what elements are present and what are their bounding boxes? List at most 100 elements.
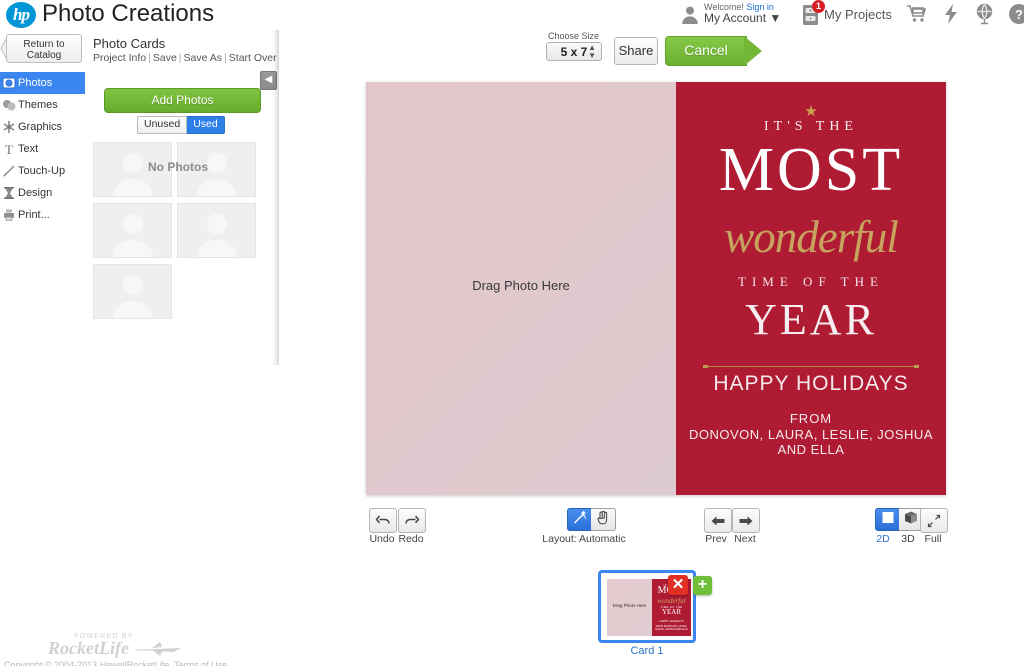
account-name-label: My Account <box>704 11 767 25</box>
save-as-link[interactable]: Save As <box>184 52 223 64</box>
next-page-button[interactable] <box>732 508 760 533</box>
size-select[interactable]: 5 x 7 ▲ ▼ <box>546 42 602 61</box>
person-icon <box>680 5 700 25</box>
design-icon <box>2 186 16 200</box>
svg-text:T: T <box>5 142 13 156</box>
photo-creations-app: hp Photo Creations Welcome! Sign in My A… <box>0 0 1024 666</box>
card-greeting: HAPPY HOLIDAYS <box>713 372 909 395</box>
return-to-catalog-button[interactable]: Return to Catalog <box>6 34 82 63</box>
undo-label: Undo <box>369 533 395 545</box>
card-line-1: IT'S THE <box>764 119 858 134</box>
layout-mode-label: Layout: Automatic <box>542 533 626 545</box>
prev-page-button[interactable] <box>704 508 732 533</box>
lightning-icon[interactable] <box>939 2 963 26</box>
themes-icon <box>2 98 16 112</box>
copyright-line: Copyright © 2004-2013 HewellRocketLife. <box>4 660 172 666</box>
sidebar-item-themes[interactable]: Themes <box>0 94 85 116</box>
sidebar-item-design[interactable]: Design <box>0 182 85 204</box>
card-line-4: TIME OF THE <box>738 274 884 289</box>
return-line-1: Return to <box>23 39 65 50</box>
sidebar-item-graphics[interactable]: Graphics <box>0 116 85 138</box>
rocketlife-logo: POWERED BY RocketLife <box>40 628 195 660</box>
chevron-left-icon[interactable]: ◀ <box>260 71 277 90</box>
thumb-line-5: YEAR <box>661 608 682 616</box>
photo-tray-panel: Photo Cards Project Info | Save | Save As | St… <box>85 30 279 365</box>
view-2d-label: 2D <box>876 533 890 545</box>
photo-placeholder[interactable] <box>177 203 256 258</box>
gold-divider <box>701 365 921 368</box>
redo-label: Redo <box>398 533 424 545</box>
prev-label: Prev <box>705 533 727 545</box>
divider-line <box>707 366 915 367</box>
project-info-link[interactable]: Project Info <box>93 52 146 64</box>
close-icon[interactable]: ✕ <box>668 575 688 595</box>
sidebar-item-print[interactable]: Print... <box>0 204 85 226</box>
cancel-button[interactable]: Cancel <box>665 36 747 66</box>
size-select-value: 5 x 7 <box>560 45 588 59</box>
cancel-button-arrow <box>744 36 762 66</box>
sidebar-label-text: Text <box>18 143 39 155</box>
start-over-link[interactable]: Start Over <box>229 52 277 64</box>
redo-button[interactable] <box>398 508 426 533</box>
layout-manual-button[interactable] <box>591 508 616 531</box>
card-line-3: wonderful <box>724 212 899 262</box>
magic-wand-icon <box>573 510 588 530</box>
photos-icon <box>2 76 16 90</box>
cube-icon <box>904 510 918 529</box>
photo-placeholder[interactable] <box>93 203 172 258</box>
svg-text:RocketLife: RocketLife <box>47 638 129 658</box>
project-title: Photo Cards <box>93 36 166 51</box>
sidebar-item-photos[interactable]: Photos <box>0 72 85 94</box>
photo-drop-zone[interactable]: Drag Photo Here <box>366 82 676 495</box>
card-line-5: YEAR <box>745 295 877 344</box>
sidebar-item-touch-up[interactable]: Touch-Up <box>0 160 85 182</box>
thumb-line-6: HAPPY HOLIDAYS <box>659 619 684 623</box>
globe-icon[interactable] <box>973 2 997 26</box>
graphics-icon <box>2 120 16 134</box>
sidebar-label-design: Design <box>18 187 53 199</box>
drag-photo-here-label: Drag Photo Here <box>472 278 570 293</box>
card-design-panel[interactable]: ★ IT'S THE MOST wonderful TIME OF THE YE… <box>676 82 946 495</box>
filter-used-button[interactable]: Used <box>187 116 225 134</box>
card-canvas: Drag Photo Here ★ IT'S THE MOST wonderfu… <box>366 82 946 495</box>
card-names: DONOVON, LAURA, LESLIE, JOSHUA AND ELLA <box>688 427 933 457</box>
card-from-label: FROM <box>789 411 833 426</box>
layout-auto-button[interactable] <box>567 508 593 531</box>
sidebar-label-touch-up: Touch-Up <box>18 165 66 177</box>
sidebar-label-themes: Themes <box>18 99 58 111</box>
my-projects-label: My Projects <box>824 7 892 22</box>
account-name[interactable]: My Account ▼ <box>704 11 781 25</box>
undo-button[interactable] <box>369 508 397 533</box>
left-tool-column: Return to Catalog Photos Themes Graphics… <box>0 30 85 630</box>
full-label: Full <box>924 533 942 545</box>
view-2d-button[interactable] <box>875 508 901 531</box>
hp-logo-icon: hp <box>6 2 36 28</box>
star-icon: ★ <box>804 103 818 120</box>
cart-icon[interactable] <box>905 2 929 26</box>
divider-dot-right <box>914 365 919 368</box>
choose-size-label: Choose Size <box>548 31 600 41</box>
return-line-2: Catalog <box>26 50 62 61</box>
sidebar-label-photos: Photos <box>18 77 53 89</box>
terms-of-use-link[interactable]: Terms of Use <box>174 660 227 666</box>
svg-text:?: ? <box>1015 7 1023 22</box>
square-icon <box>882 511 895 529</box>
add-photos-button[interactable]: Add Photos <box>104 88 261 113</box>
share-button[interactable]: Share <box>614 37 658 65</box>
help-icon[interactable]: ? <box>1007 2 1024 26</box>
hand-icon <box>596 510 610 530</box>
text-icon: T <box>2 142 16 157</box>
thumb-drop-label: Drag Photo Here <box>612 603 647 608</box>
copyright-text: Copyright © 2004-2013 HewellRocketLife. … <box>4 660 227 666</box>
chevron-down-icon: ▼ <box>769 11 782 25</box>
photo-filter-segmented: Unused Used <box>137 116 225 134</box>
save-link[interactable]: Save <box>153 52 177 64</box>
photo-placeholder[interactable] <box>93 264 172 319</box>
no-photos-label: No Photos <box>148 160 208 174</box>
fullscreen-button[interactable] <box>920 508 948 533</box>
app-title: Photo Creations <box>42 0 215 27</box>
sidebar-item-text[interactable]: T Text <box>0 138 85 160</box>
filter-unused-button[interactable]: Unused <box>137 116 188 134</box>
plus-icon[interactable]: + <box>693 576 712 595</box>
card-line-2: MOST <box>718 136 904 204</box>
